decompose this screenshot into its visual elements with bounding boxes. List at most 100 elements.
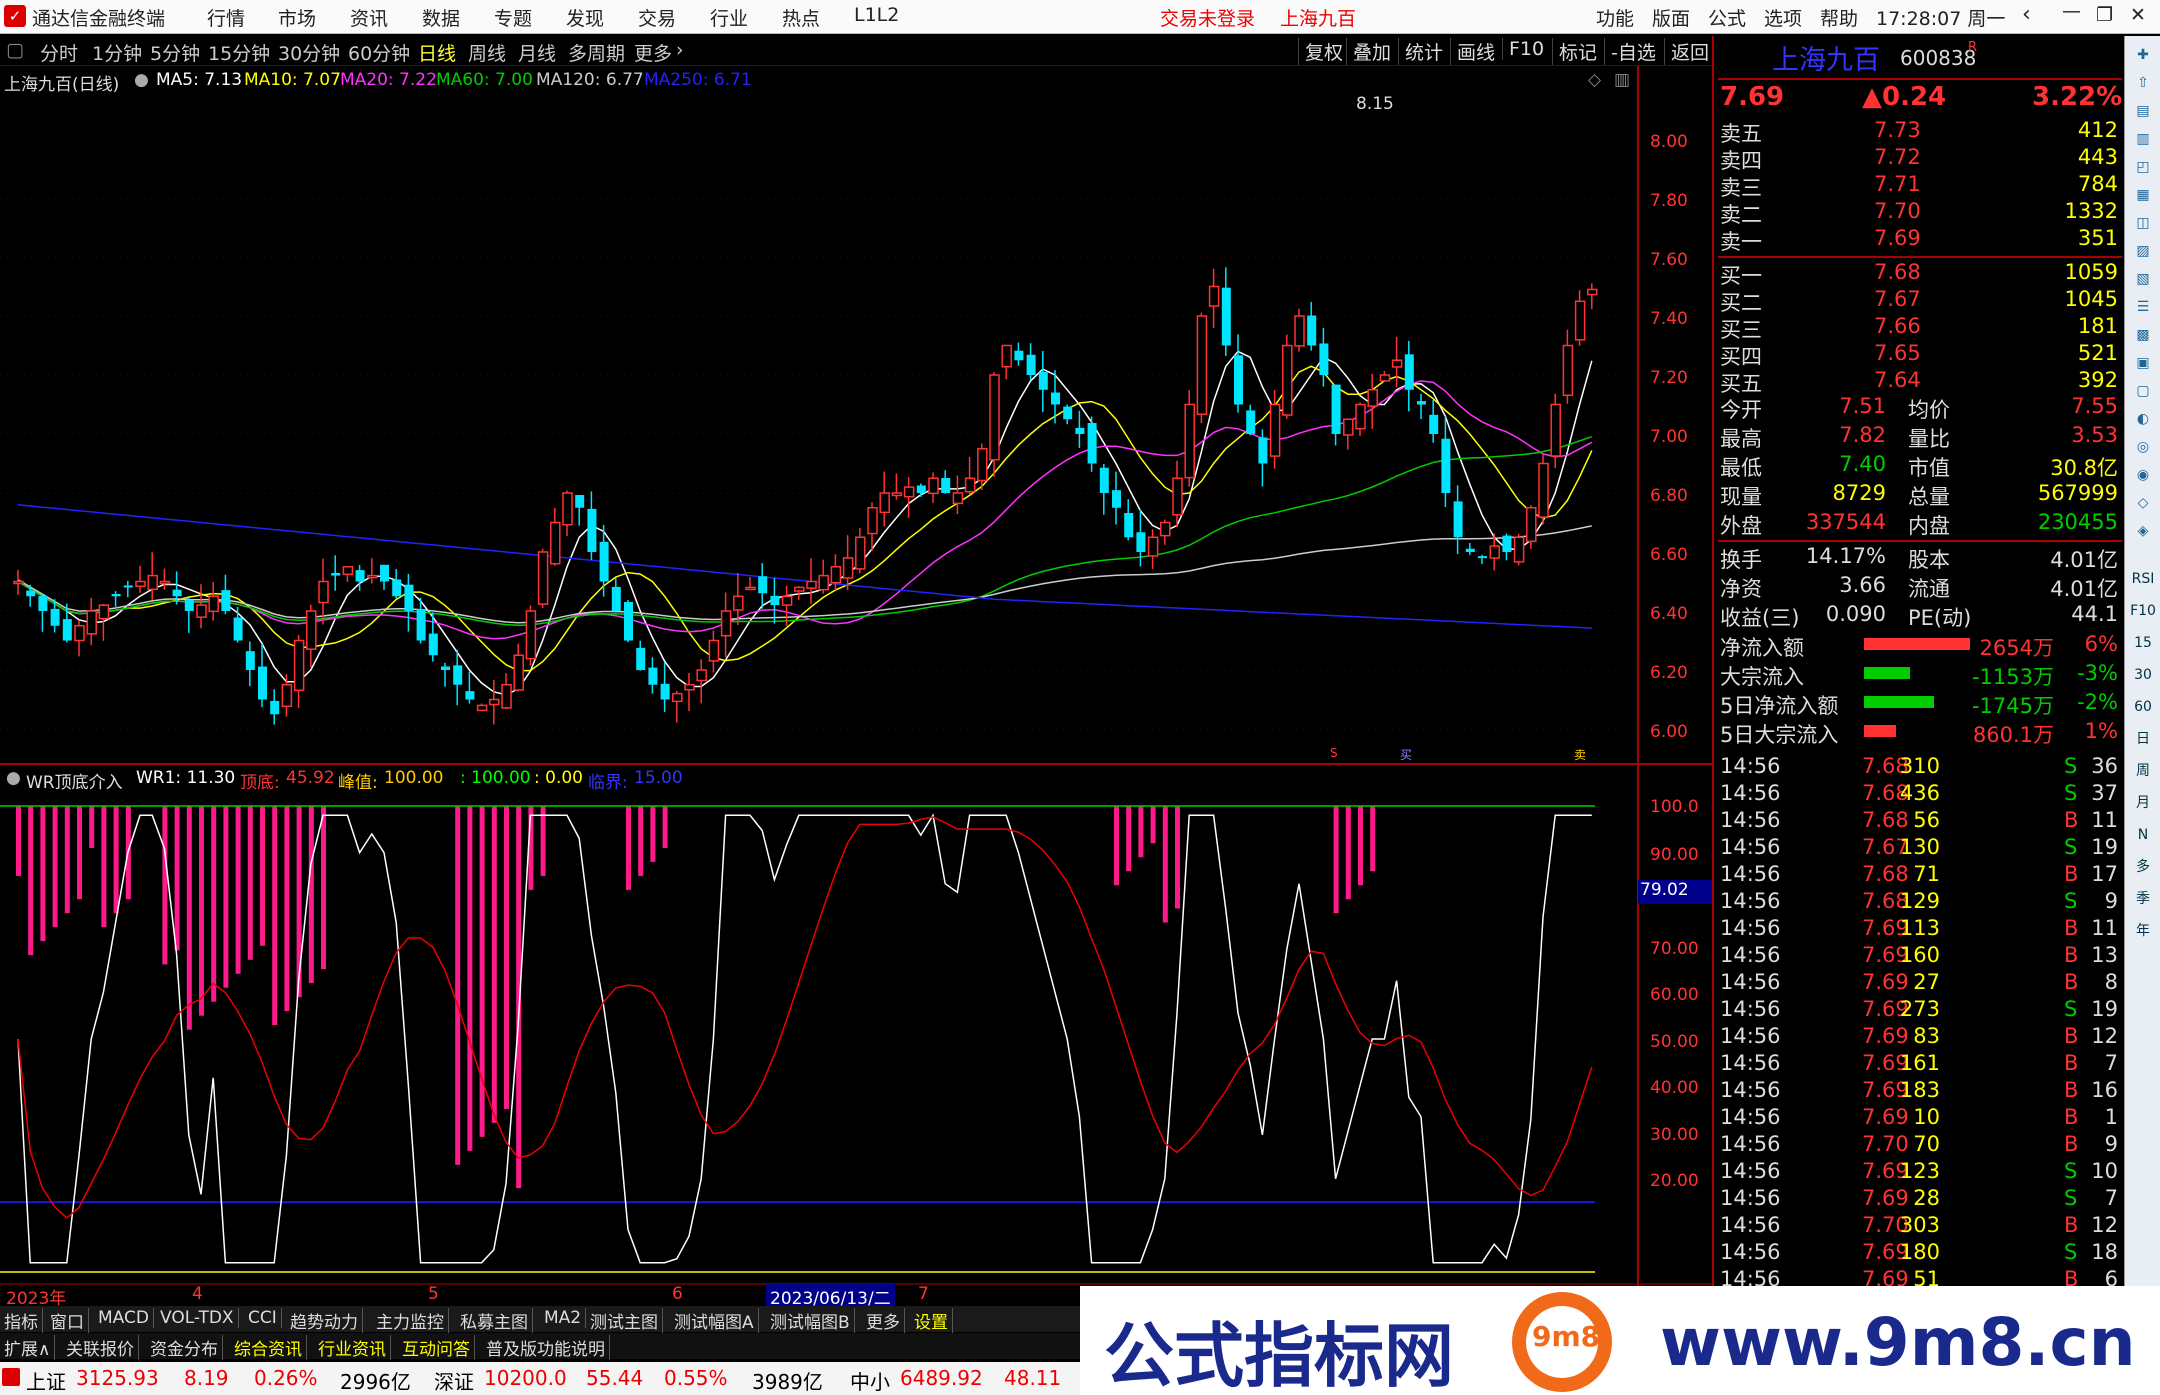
tool-tongji[interactable]: 统计 bbox=[1398, 38, 1443, 65]
menu-shuju[interactable]: 数据 bbox=[422, 4, 460, 31]
close-icon[interactable]: ✕ bbox=[2130, 4, 2146, 26]
bid-row[interactable]: 买四 7.65 521 bbox=[1718, 341, 2120, 369]
menu-gongshi[interactable]: 公式 bbox=[1708, 4, 1746, 31]
tab-test-b[interactable]: 测试幅图B bbox=[766, 1308, 855, 1333]
tab-macd[interactable]: MACD bbox=[94, 1308, 154, 1328]
period-5min[interactable]: 5分钟 bbox=[150, 39, 200, 66]
tab-fund-distribution[interactable]: 资金分布 bbox=[146, 1335, 223, 1360]
side-tool-icon[interactable]: ▦ bbox=[2128, 182, 2158, 208]
tab-qa[interactable]: 互动问答 bbox=[398, 1335, 475, 1360]
login-status[interactable]: 交易未登录 bbox=[1160, 4, 1255, 31]
side-tool-icon[interactable]: ▨ bbox=[2128, 238, 2158, 264]
tool-f10[interactable]: F10 bbox=[1502, 38, 1544, 60]
back-icon[interactable]: ‹ bbox=[2022, 2, 2031, 27]
tab-related-quotes[interactable]: 关联报价 bbox=[62, 1335, 139, 1360]
side-tool-icon[interactable]: ◉ bbox=[2128, 462, 2158, 488]
tab-expand[interactable]: 扩展∧ bbox=[0, 1335, 56, 1360]
panel-icon[interactable]: ▥ bbox=[1614, 70, 1630, 90]
minimize-icon[interactable]: — bbox=[2062, 0, 2081, 22]
side-tool-icon[interactable]: ◎ bbox=[2128, 434, 2158, 460]
tab-cci[interactable]: CCI bbox=[244, 1308, 282, 1328]
period-weekly[interactable]: 周线 bbox=[468, 39, 506, 66]
side-tool-icon[interactable]: ◐ bbox=[2128, 406, 2158, 432]
indicator-settings-icon[interactable]: ● bbox=[6, 768, 21, 788]
tick-list[interactable]: 14:56 7.68 310 S 36 14:56 7.68 436 S 37 14:56 7.68 5… bbox=[1714, 754, 2122, 1290]
tab-zhuli[interactable]: 主力监控 bbox=[372, 1308, 449, 1333]
side-tool-icon[interactable]: ▧ bbox=[2128, 266, 2158, 292]
period-more[interactable]: 更多 bbox=[634, 39, 672, 66]
tool-zixuan[interactable]: -自选 bbox=[1604, 38, 1656, 65]
tool-diejia[interactable]: 叠加 bbox=[1346, 38, 1391, 65]
side-tool-icon[interactable]: ⇧ bbox=[2128, 70, 2158, 96]
bid-row[interactable]: 买一 7.68 1059 bbox=[1718, 260, 2120, 288]
side-tool-icon[interactable]: ▣ bbox=[2128, 350, 2158, 376]
side-tool-0[interactable]: RSI bbox=[2128, 566, 2158, 592]
menu-xuanxiang[interactable]: 选项 bbox=[1764, 4, 1802, 31]
diamond-icon[interactable]: ◇ bbox=[1588, 70, 1601, 90]
sz-index-name[interactable]: 深证 bbox=[434, 1366, 474, 1395]
chevron-right-icon[interactable]: › bbox=[676, 39, 684, 61]
side-tool-2[interactable]: 15 bbox=[2128, 630, 2158, 656]
side-tool-3[interactable]: 30 bbox=[2128, 662, 2158, 688]
menu-zhuanti[interactable]: 专题 bbox=[494, 4, 532, 31]
tab-zhibiao[interactable]: 指标 bbox=[0, 1308, 43, 1333]
side-tool-icon[interactable]: ◈ bbox=[2128, 518, 2158, 544]
ask-row[interactable]: 卖二 7.70 1332 bbox=[1718, 199, 2120, 227]
side-tool-icon[interactable]: ☰ bbox=[2128, 294, 2158, 320]
side-tool-icon[interactable]: ▩ bbox=[2128, 322, 2158, 348]
side-tool-icon[interactable]: ✚ bbox=[2128, 42, 2158, 68]
tool-fanhui[interactable]: 返回 bbox=[1664, 38, 1709, 65]
menu-redian[interactable]: 热点 bbox=[782, 4, 820, 31]
period-1min[interactable]: 1分钟 bbox=[92, 39, 142, 66]
tab-feature-guide[interactable]: 普及版功能说明 bbox=[482, 1335, 610, 1360]
side-tool-6[interactable]: 周 bbox=[2128, 758, 2158, 784]
tab-news[interactable]: 综合资讯 bbox=[230, 1335, 307, 1360]
side-tool-5[interactable]: 日 bbox=[2128, 726, 2158, 752]
tab-settings[interactable]: 设置 bbox=[910, 1308, 953, 1333]
menu-faxian[interactable]: 发现 bbox=[566, 4, 604, 31]
menu-zixun[interactable]: 资讯 bbox=[350, 4, 388, 31]
tab-vol-tdx[interactable]: VOL-TDX bbox=[156, 1308, 239, 1328]
tab-test-main[interactable]: 测试主图 bbox=[586, 1308, 663, 1333]
ask-row[interactable]: 卖三 7.71 784 bbox=[1718, 172, 2120, 200]
bid-row[interactable]: 买五 7.64 392 bbox=[1718, 368, 2120, 396]
tab-more[interactable]: 更多 bbox=[862, 1308, 905, 1333]
kline-chart-area[interactable] bbox=[0, 66, 1712, 1306]
side-tool-icon[interactable]: ◫ bbox=[2128, 210, 2158, 236]
tab-qushi[interactable]: 趋势动力 bbox=[286, 1308, 363, 1333]
side-tool-9[interactable]: 多 bbox=[2128, 854, 2158, 880]
menu-jiaoyi[interactable]: 交易 bbox=[638, 4, 676, 31]
sh-index-name[interactable]: 上证 bbox=[26, 1366, 66, 1395]
side-tool-10[interactable]: 季 bbox=[2128, 886, 2158, 912]
bid-row[interactable]: 买三 7.66 181 bbox=[1718, 314, 2120, 342]
tab-industry-news[interactable]: 行业资讯 bbox=[314, 1335, 391, 1360]
tool-huaxian[interactable]: 画线 bbox=[1450, 38, 1495, 65]
side-tool-11[interactable]: 年 bbox=[2128, 918, 2158, 944]
ask-row[interactable]: 卖五 7.73 412 bbox=[1718, 118, 2120, 146]
menu-bangzhu[interactable]: 帮助 bbox=[1820, 4, 1858, 31]
side-tool-7[interactable]: 月 bbox=[2128, 790, 2158, 816]
menu-hangye[interactable]: 行业 bbox=[710, 4, 748, 31]
ask-row[interactable]: 卖四 7.72 443 bbox=[1718, 145, 2120, 173]
tab-simu[interactable]: 私募主图 bbox=[456, 1308, 533, 1333]
menu-banmian[interactable]: 版面 bbox=[1652, 4, 1690, 31]
ask-row[interactable]: 卖一 7.69 351 bbox=[1718, 226, 2120, 254]
side-tool-icon[interactable]: ▤ bbox=[2128, 98, 2158, 124]
side-tool-8[interactable]: N bbox=[2128, 822, 2158, 848]
period-monthly[interactable]: 月线 bbox=[518, 39, 556, 66]
side-tool-4[interactable]: 60 bbox=[2128, 694, 2158, 720]
side-tool-icon[interactable]: ▥ bbox=[2128, 126, 2158, 152]
tool-biaoji[interactable]: 标记 bbox=[1552, 38, 1597, 65]
period-15min[interactable]: 15分钟 bbox=[208, 39, 270, 66]
side-tool-icon[interactable]: ◰ bbox=[2128, 154, 2158, 180]
tab-chuangkou[interactable]: 窗口 bbox=[46, 1308, 89, 1333]
menu-l1l2[interactable]: L1L2 bbox=[854, 4, 899, 26]
side-tool-1[interactable]: F10 bbox=[2128, 598, 2158, 624]
tab-test-a[interactable]: 测试幅图A bbox=[670, 1308, 759, 1333]
period-daily[interactable]: 日线 bbox=[418, 39, 456, 66]
period-multi[interactable]: 多周期 bbox=[568, 39, 625, 66]
menu-shichang[interactable]: 市场 bbox=[278, 4, 316, 31]
bid-row[interactable]: 买二 7.67 1045 bbox=[1718, 287, 2120, 315]
collapse-icon[interactable]: ▢ bbox=[6, 39, 24, 61]
side-tool-icon[interactable]: ▢ bbox=[2128, 378, 2158, 404]
